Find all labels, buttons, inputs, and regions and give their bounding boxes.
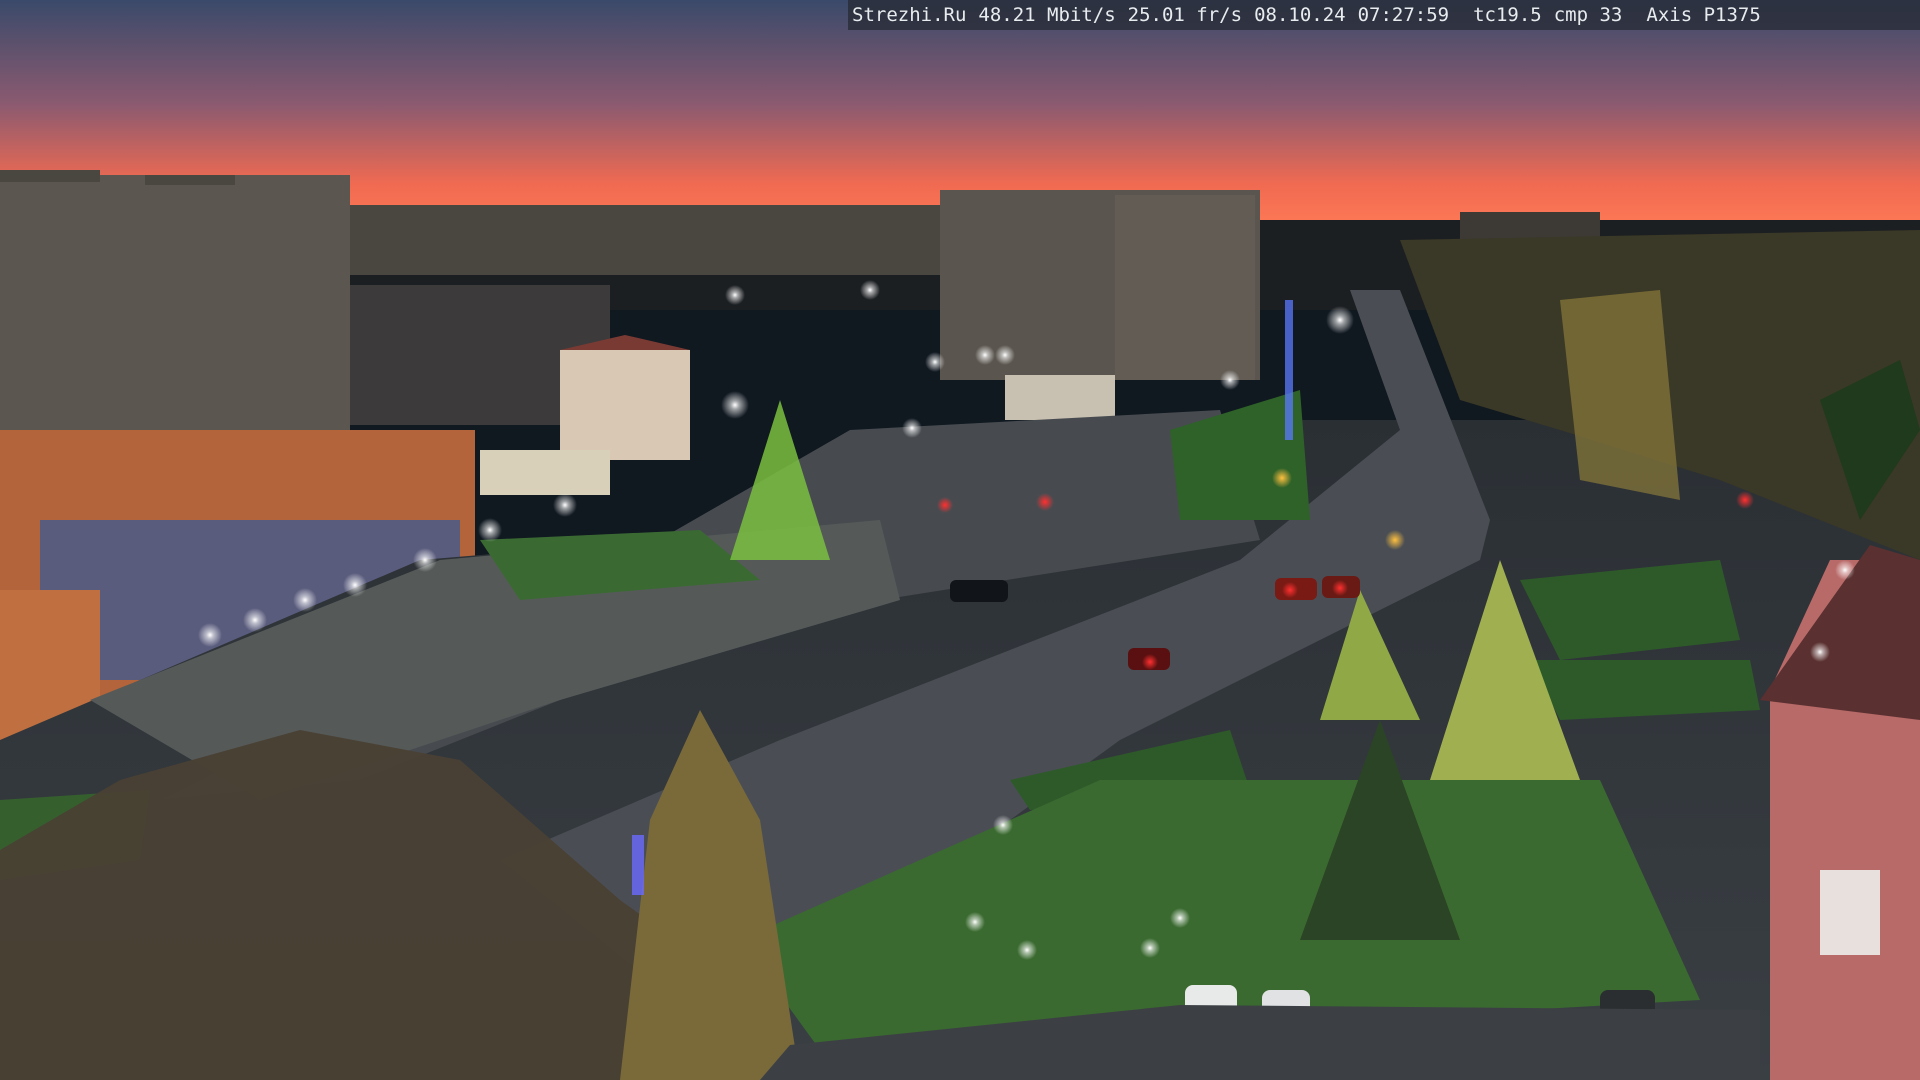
osd-date: 08.10.24 — [1254, 4, 1346, 26]
osd-tc: tc19.5 — [1473, 4, 1542, 26]
festive-lights — [1285, 300, 1293, 440]
osd-site: Strezhi.Ru — [852, 4, 967, 26]
webcam-scene — [0, 0, 1920, 1080]
osd-framerate: 25.01 fr/s — [1127, 4, 1243, 26]
camera-osd-overlay: Strezhi.Ru 48.21 Mbit/s 25.01 fr/s 08.10.24… — [848, 0, 1920, 30]
festive-pole — [632, 835, 644, 895]
osd-camera-model: Axis P1375 — [1646, 4, 1761, 26]
osd-time: 07:27:59 — [1357, 4, 1450, 26]
osd-bitrate: 48.21 Mbit/s — [978, 4, 1116, 26]
osd-cmp: cmp 33 — [1553, 4, 1623, 26]
